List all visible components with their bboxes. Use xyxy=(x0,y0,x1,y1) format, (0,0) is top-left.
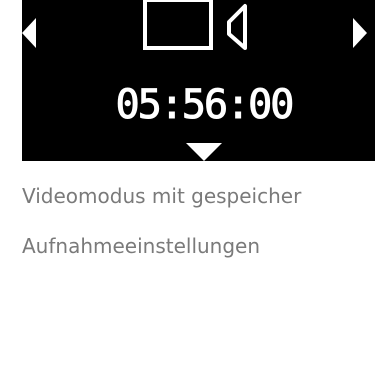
video-camera-icon xyxy=(143,0,247,50)
recording-time-remaining: 05:56:00 xyxy=(115,82,295,129)
arrow-down-icon[interactable] xyxy=(186,140,222,161)
caption-line-1: Videomodus mit gespeicher xyxy=(22,184,302,208)
arrow-right-icon[interactable] xyxy=(353,18,367,48)
caption-line-2: Aufnahmeeinstellungen xyxy=(22,234,261,258)
arrow-left-icon[interactable] xyxy=(22,18,36,48)
camera-display: 05:56:00 xyxy=(22,0,375,161)
